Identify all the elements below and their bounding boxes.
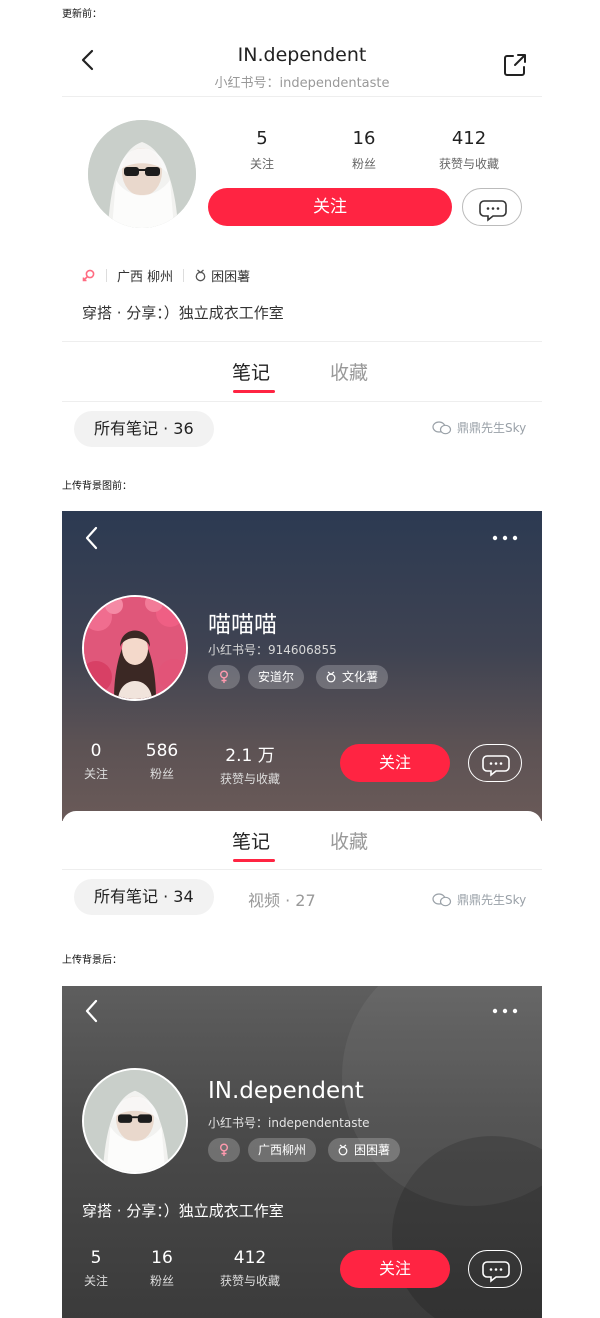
- stat-value: 16: [151, 1248, 173, 1268]
- profile-name: 喵喵喵: [208, 612, 277, 638]
- divider: [62, 341, 542, 342]
- watermark-text: 鼎鼎先生Sky: [457, 421, 527, 435]
- gender-chip: [208, 1138, 240, 1162]
- stat-value: 5: [256, 128, 268, 149]
- stat-label: 关注: [83, 767, 108, 781]
- stat-likes[interactable]: 2.1 万 获赞与收藏: [208, 741, 292, 787]
- tab-notes[interactable]: 笔记: [232, 358, 270, 385]
- badge-label: 困困薯: [211, 270, 251, 285]
- profile-bio: 穿搭 · 分享：）独立成衣工作室: [82, 1202, 284, 1220]
- share-icon[interactable]: [502, 52, 528, 78]
- stat-following[interactable]: 0 关注: [76, 741, 116, 782]
- profile-id: 小红书号：independentaste: [214, 76, 390, 91]
- stat-label: 关注: [249, 157, 274, 171]
- wechat-icon: [432, 892, 452, 906]
- message-button[interactable]: [468, 1250, 522, 1288]
- message-button[interactable]: [462, 188, 522, 226]
- badge-chip: 困困薯: [328, 1138, 401, 1162]
- female-icon: [220, 1143, 228, 1156]
- female-icon: [220, 670, 228, 683]
- badge-label: 文化薯: [342, 670, 379, 684]
- stat-value: 586: [145, 741, 179, 761]
- back-arrow-icon[interactable]: [80, 525, 104, 551]
- chat-bubble-icon: [482, 1261, 510, 1283]
- avatar[interactable]: [82, 1068, 188, 1174]
- stat-followers[interactable]: 16 粉丝: [140, 1248, 184, 1289]
- avatar[interactable]: [88, 120, 196, 228]
- stat-value: 2.1 万: [225, 746, 275, 766]
- stat-likes[interactable]: 412 获赞与收藏: [424, 128, 514, 172]
- back-arrow-icon[interactable]: [80, 998, 104, 1024]
- more-icon[interactable]: [490, 533, 520, 543]
- caption-before-bg-upload: 上传背景图前：: [62, 481, 132, 492]
- profile-id: 小红书号：independentaste: [208, 1116, 370, 1130]
- stat-value: 0: [90, 741, 102, 761]
- content-panel: 笔记 收藏 所有笔记 · 34 视频 · 27 鼎鼎先生Sky: [62, 811, 542, 951]
- avatar[interactable]: [82, 595, 188, 701]
- video-filter[interactable]: 视频 · 27: [248, 887, 316, 911]
- wechat-icon: [432, 420, 452, 434]
- stat-following[interactable]: 5 关注: [234, 128, 290, 172]
- stat-followers[interactable]: 16 粉丝: [336, 128, 392, 172]
- chat-bubble-icon: [482, 755, 510, 777]
- gender-chip: [208, 665, 240, 689]
- location-chip: 安道尔: [248, 665, 305, 689]
- divider: [62, 869, 542, 870]
- tab-active-indicator: [233, 859, 275, 862]
- stat-value: 412: [451, 128, 487, 149]
- stat-value: 5: [90, 1248, 102, 1268]
- stat-label: 获赞与收藏: [219, 1274, 280, 1288]
- divider: [62, 96, 542, 97]
- caption-before-update: 更新前：: [62, 9, 102, 20]
- badge-chip: 文化薯: [316, 665, 389, 689]
- profile-after-bg-upload: IN.dependent 小红书号：independentaste 广西柳州 困…: [62, 986, 542, 1318]
- notes-filter-pill[interactable]: 所有笔记 · 34: [74, 879, 214, 915]
- stat-label: 粉丝: [351, 157, 376, 171]
- stat-likes[interactable]: 412 获赞与收藏: [208, 1248, 292, 1289]
- badge-label: 困困薯: [354, 1143, 391, 1157]
- caption-after-bg-upload: 上传背景后：: [62, 955, 122, 966]
- profile-title: IN.dependent: [237, 44, 367, 66]
- profile-meta: 广西 柳州 困困薯: [82, 266, 250, 285]
- stat-label: 获赞与收藏: [219, 772, 280, 786]
- tab-notes[interactable]: 笔记: [232, 827, 270, 854]
- profile-id: 小红书号：914606855: [208, 643, 337, 657]
- chat-bubble-icon: [479, 200, 507, 222]
- stat-label: 获赞与收藏: [438, 157, 499, 171]
- stat-following[interactable]: 5 关注: [76, 1248, 116, 1289]
- location-chip: 广西柳州: [248, 1138, 317, 1162]
- profile-name: IN.dependent: [208, 1078, 364, 1104]
- tab-active-indicator: [233, 390, 275, 393]
- watermark: 鼎鼎先生Sky: [432, 891, 526, 908]
- notes-filter-pill[interactable]: 所有笔记 · 36: [74, 411, 214, 447]
- female-icon: [82, 269, 95, 281]
- follow-button[interactable]: 关注: [340, 1250, 450, 1288]
- stat-followers[interactable]: 586 粉丝: [140, 741, 184, 782]
- follow-button[interactable]: 关注: [340, 744, 450, 782]
- profile-before-bg-upload: 喵喵喵 小红书号：914606855 安道尔 文化薯 0 关注 586 粉丝 2…: [62, 511, 542, 951]
- stat-value: 16: [352, 128, 376, 149]
- tab-collections[interactable]: 收藏: [330, 827, 368, 854]
- profile-before-update: IN.dependent 小红书号：independentaste 5 关注 1…: [62, 30, 542, 460]
- stat-label: 粉丝: [149, 767, 174, 781]
- follow-button[interactable]: 关注: [208, 188, 452, 226]
- watermark-text: 鼎鼎先生Sky: [457, 893, 527, 907]
- badge-medal-icon: [338, 1144, 348, 1156]
- message-button[interactable]: [468, 744, 522, 782]
- badge-medal-icon: [326, 671, 336, 683]
- more-icon[interactable]: [490, 1006, 520, 1016]
- badge-medal-icon: [195, 269, 206, 282]
- profile-bio: 穿搭 · 分享：）独立成衣工作室: [82, 304, 284, 322]
- stat-label: 关注: [83, 1274, 108, 1288]
- divider: [62, 401, 542, 402]
- watermark: 鼎鼎先生Sky: [432, 419, 526, 436]
- stat-label: 粉丝: [149, 1274, 174, 1288]
- location-label: 广西 柳州: [117, 270, 174, 285]
- tab-collections[interactable]: 收藏: [330, 358, 368, 385]
- stat-value: 412: [233, 1248, 267, 1268]
